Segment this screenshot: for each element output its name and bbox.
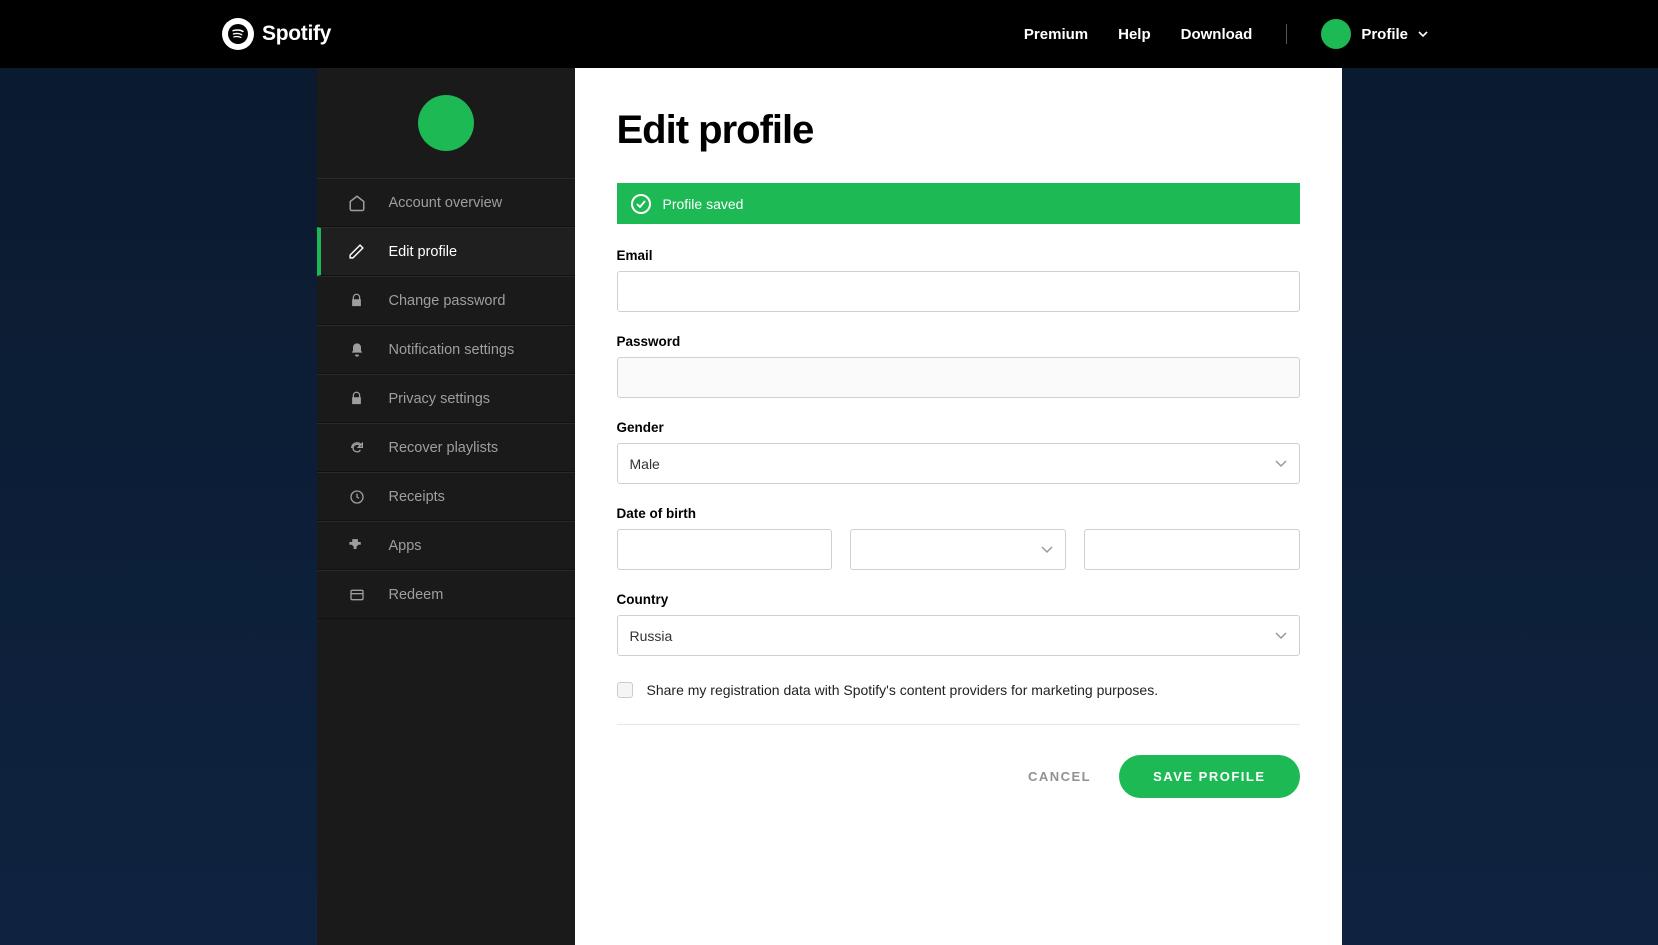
dob-day-field[interactable] [617,529,833,570]
sidebar-item-account-overview[interactable]: Account overview [317,178,575,227]
top-navbar: Spotify Premium Help Download Profile [0,0,1658,68]
gender-select[interactable]: Male [617,443,1300,484]
nav-download[interactable]: Download [1181,26,1253,43]
dob-year-field[interactable] [1084,529,1300,570]
brand-name: Spotify [262,22,331,46]
page-title: Edit profile [617,108,1300,153]
sidebar-item-edit-profile[interactable]: Edit profile [317,227,575,276]
alert-text: Profile saved [663,196,744,212]
share-data-label: Share my registration data with Spotify'… [647,682,1159,698]
sidebar-item-label: Redeem [389,587,444,603]
chevron-down-icon [1418,31,1428,37]
chevron-down-icon [1041,546,1053,554]
puzzle-icon [347,536,367,556]
dob-label: Date of birth [617,506,1300,521]
password-label: Password [617,334,1300,349]
nav-separator [1286,24,1287,44]
sidebar-item-label: Notification settings [389,342,515,358]
save-profile-button[interactable]: SAVE PROFILE [1119,755,1299,798]
email-field[interactable] [617,271,1300,312]
main-content: Edit profile Profile saved Email Passwor… [575,68,1342,945]
gender-label: Gender [617,420,1300,435]
card-icon [347,585,367,605]
home-icon [347,193,367,213]
chevron-down-icon [1275,460,1287,468]
avatar [418,95,474,151]
check-circle-icon [631,194,651,214]
refresh-icon [347,438,367,458]
sidebar-item-label: Account overview [389,195,503,211]
sidebar-item-label: Privacy settings [389,391,491,407]
nav-premium[interactable]: Premium [1024,26,1088,43]
password-field[interactable] [617,357,1300,398]
sidebar-item-privacy-settings[interactable]: Privacy settings [317,374,575,423]
pencil-icon [347,242,367,262]
sidebar-item-redeem[interactable]: Redeem [317,570,575,619]
sidebar-item-notification-settings[interactable]: Notification settings [317,325,575,374]
dob-month-select[interactable] [850,529,1066,570]
bell-icon [347,340,367,360]
nav-help[interactable]: Help [1118,26,1151,43]
country-select-value: Russia [630,628,673,644]
country-label: Country [617,592,1300,607]
account-sidebar: Account overview Edit profile Change pas… [317,68,575,945]
divider [617,724,1300,725]
nav-profile-menu[interactable]: Profile [1321,19,1428,49]
lock-icon [347,291,367,311]
country-select[interactable]: Russia [617,615,1300,656]
sidebar-item-label: Receipts [389,489,445,505]
spotify-logo[interactable]: Spotify [222,18,331,50]
nav-profile-label: Profile [1361,26,1408,43]
sidebar-item-label: Edit profile [389,244,458,260]
share-data-checkbox[interactable] [617,682,633,698]
sidebar-item-change-password[interactable]: Change password [317,276,575,325]
email-label: Email [617,248,1300,263]
sidebar-item-recover-playlists[interactable]: Recover playlists [317,423,575,472]
sidebar-item-label: Recover playlists [389,440,499,456]
sidebar-item-apps[interactable]: Apps [317,521,575,570]
lock-icon [347,389,367,409]
spotify-logo-icon [222,18,254,50]
success-alert: Profile saved [617,183,1300,224]
avatar [1321,19,1351,49]
cancel-button[interactable]: CANCEL [1028,769,1091,784]
chevron-down-icon [1275,632,1287,640]
gender-select-value: Male [630,456,660,472]
sidebar-item-label: Change password [389,293,506,309]
sidebar-item-label: Apps [389,538,422,554]
sidebar-item-receipts[interactable]: Receipts [317,472,575,521]
clock-icon [347,487,367,507]
